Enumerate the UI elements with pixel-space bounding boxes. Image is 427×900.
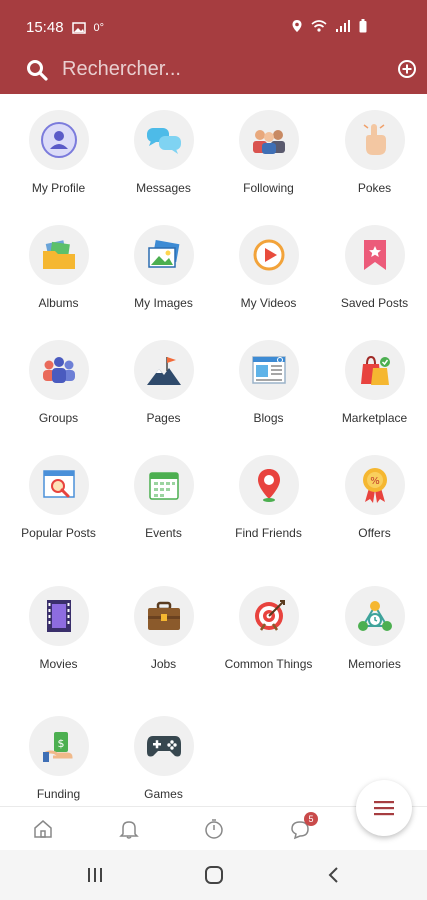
saved-posts-icon bbox=[363, 240, 386, 270]
home-system-icon[interactable] bbox=[203, 864, 225, 886]
pokes-icon bbox=[363, 122, 386, 155]
following-icon bbox=[252, 130, 285, 154]
menu-item-label: Jobs bbox=[150, 657, 177, 671]
back-icon[interactable] bbox=[323, 864, 345, 886]
menu-item-common-things[interactable]: Common Things bbox=[216, 586, 321, 672]
menu-item-label: Saved Posts bbox=[340, 296, 409, 310]
common-things-icon bbox=[254, 600, 285, 631]
jobs-icon bbox=[147, 601, 180, 630]
menu-item-games[interactable]: Games bbox=[111, 716, 216, 802]
svg-text:$: $ bbox=[57, 737, 64, 750]
menu-item-offers[interactable]: % Offers bbox=[322, 455, 427, 541]
menu-item-popular-posts[interactable]: Popular Posts bbox=[6, 455, 111, 541]
hamburger-icon bbox=[374, 801, 394, 816]
menu-item-label: Popular Posts bbox=[21, 526, 96, 540]
marketplace-icon bbox=[360, 355, 390, 385]
albums-icon bbox=[42, 240, 75, 269]
menu-item-label: Pages bbox=[146, 411, 181, 425]
menu-fab[interactable] bbox=[356, 780, 412, 836]
menu-item-movies[interactable]: Movies bbox=[6, 586, 111, 672]
menu-item-following[interactable]: Following bbox=[216, 110, 321, 196]
menu-item-label: My Profile bbox=[31, 181, 86, 195]
menu-item-blogs[interactable]: Blogs bbox=[216, 340, 321, 426]
menu-item-label: My Images bbox=[134, 296, 193, 310]
menu-item-pokes[interactable]: Pokes bbox=[322, 110, 427, 196]
pages-icon bbox=[146, 357, 181, 385]
menu-item-label: Common Things bbox=[224, 657, 313, 671]
menu-item-my-images[interactable]: My Images bbox=[111, 225, 216, 311]
gallery-icon bbox=[71, 21, 86, 34]
activity-icon[interactable] bbox=[202, 817, 226, 841]
menu-item-saved-posts[interactable]: Saved Posts bbox=[322, 225, 427, 311]
chat-nav-button[interactable]: 5 bbox=[288, 812, 318, 841]
menu-item-label: Following bbox=[243, 181, 294, 195]
menu-item-label: Groups bbox=[38, 411, 79, 425]
menu-item-events[interactable]: Events bbox=[111, 455, 216, 541]
messages-icon bbox=[146, 128, 181, 154]
search-bar[interactable]: Rechercher... bbox=[0, 46, 427, 94]
menu-item-label: Movies bbox=[39, 657, 78, 671]
menu-item-my-videos[interactable]: My Videos bbox=[216, 225, 321, 311]
games-icon bbox=[146, 736, 181, 757]
status-bar: 15:48 0° bbox=[0, 0, 427, 46]
menu-item-memories[interactable]: Memories bbox=[322, 586, 427, 672]
menu-item-label: Events bbox=[145, 526, 182, 540]
popular-posts-icon bbox=[42, 470, 75, 498]
memories-icon bbox=[357, 601, 392, 631]
menu-item-funding[interactable]: $ Funding bbox=[6, 716, 111, 802]
images-icon bbox=[147, 240, 179, 268]
menu-item-marketplace[interactable]: Marketplace bbox=[322, 340, 427, 426]
menu-item-jobs[interactable]: Jobs bbox=[111, 586, 216, 672]
menu-item-label: Funding bbox=[36, 787, 81, 801]
menu-item-label: Memories bbox=[348, 657, 401, 671]
menu-item-messages[interactable]: Messages bbox=[111, 110, 216, 196]
menu-item-my-profile[interactable]: My Profile bbox=[6, 110, 111, 196]
menu-item-label: Games bbox=[144, 787, 183, 801]
menu-item-find-friends[interactable]: Find Friends bbox=[216, 455, 321, 541]
blogs-icon bbox=[251, 356, 286, 384]
movies-icon bbox=[46, 600, 71, 632]
groups-icon bbox=[42, 357, 75, 383]
menu-item-label: My Videos bbox=[240, 296, 297, 310]
search-input[interactable]: Rechercher... bbox=[62, 58, 181, 81]
menu-item-label: Marketplace bbox=[341, 411, 408, 425]
videos-icon bbox=[253, 239, 284, 271]
funding-icon: $ bbox=[42, 732, 73, 762]
battery-icon bbox=[359, 19, 367, 33]
home-icon[interactable] bbox=[31, 817, 55, 841]
menu-item-label: Messages bbox=[136, 181, 191, 195]
messages-badge: 5 bbox=[304, 812, 318, 826]
menu-item-label: Pokes bbox=[357, 181, 392, 195]
wifi-icon bbox=[311, 20, 327, 32]
signal-icon bbox=[336, 20, 350, 32]
menu-grid: My Profile Messages Following Pokes Albu… bbox=[0, 94, 427, 806]
system-nav-bar bbox=[0, 850, 427, 900]
recent-apps-icon[interactable] bbox=[84, 864, 106, 886]
add-circle-icon[interactable] bbox=[397, 59, 417, 79]
offers-icon: % bbox=[362, 468, 387, 503]
search-icon[interactable] bbox=[26, 59, 48, 81]
menu-item-label: Offers bbox=[358, 526, 391, 540]
menu-item-pages[interactable]: Pages bbox=[111, 340, 216, 426]
menu-item-groups[interactable]: Groups bbox=[6, 340, 111, 426]
status-time: 15:48 bbox=[26, 19, 64, 36]
menu-item-albums[interactable]: Albums bbox=[6, 225, 111, 311]
location-icon bbox=[292, 20, 302, 32]
find-friends-icon bbox=[257, 469, 280, 502]
menu-item-label: Find Friends bbox=[235, 526, 302, 540]
profile-icon bbox=[40, 122, 77, 158]
menu-item-label: Blogs bbox=[253, 411, 284, 425]
menu-item-label: Albums bbox=[38, 296, 79, 310]
events-icon bbox=[148, 472, 179, 500]
app-header: 15:48 0° Rechercher... bbox=[0, 0, 427, 94]
temperature: 0° bbox=[93, 21, 105, 34]
bell-icon[interactable] bbox=[117, 817, 141, 841]
svg-text:%: % bbox=[370, 476, 380, 487]
